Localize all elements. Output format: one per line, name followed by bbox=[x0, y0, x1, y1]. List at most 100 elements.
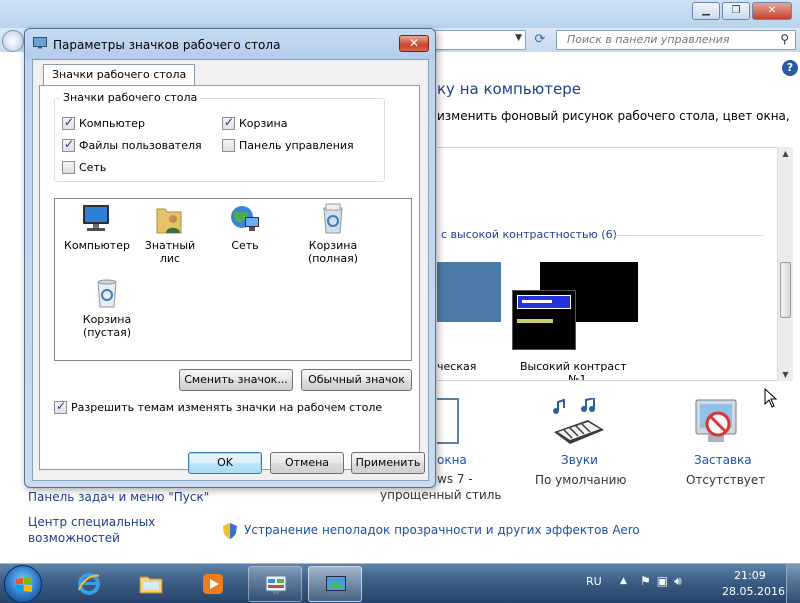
search-input[interactable]: Поиск в панели управления ⚲ bbox=[556, 30, 796, 50]
address-dropdown-icon[interactable]: ▼ bbox=[515, 33, 522, 43]
show-desktop-button[interactable] bbox=[786, 564, 800, 603]
taskbar-start-menu-link[interactable]: Панель задач и меню "Пуск" bbox=[28, 490, 209, 504]
icon-label-user-files: Знатный лис bbox=[144, 239, 196, 265]
dialog-title: Параметры значков рабочего стола bbox=[53, 38, 281, 52]
icon-item-computer[interactable]: Компьютер bbox=[62, 203, 132, 252]
refresh-icon[interactable]: ⟳ bbox=[530, 30, 550, 50]
computer-icon bbox=[80, 203, 114, 235]
clock-time[interactable]: 21:09 bbox=[734, 569, 766, 582]
cancel-button[interactable]: Отмена bbox=[270, 452, 344, 474]
taskbar-desktop-icon-settings[interactable] bbox=[308, 566, 362, 602]
action-center-flag-icon[interactable]: ⚑ bbox=[640, 574, 651, 589]
checkbox-recycle-bin-box[interactable] bbox=[222, 115, 235, 130]
scroll-up-icon[interactable]: ▲ bbox=[778, 149, 793, 158]
icon-item-recycle-bin-empty[interactable]: Корзина (пустая) bbox=[72, 277, 142, 339]
maximize-button[interactable]: ❐ bbox=[722, 2, 750, 20]
theme-name-high-contrast[interactable]: Высокий контраст bbox=[520, 360, 627, 373]
checkbox-control-panel-label: Панель управления bbox=[239, 139, 354, 152]
user-folder-icon bbox=[153, 203, 187, 235]
high-contrast-group-label: с высокой контрастностью (6) bbox=[441, 228, 617, 241]
recycle-bin-empty-icon bbox=[90, 277, 124, 309]
checkbox-user-files[interactable]: Файлы пользователя bbox=[62, 137, 202, 152]
checkbox-computer-box[interactable] bbox=[62, 115, 75, 130]
checkbox-control-panel[interactable]: Панель управления bbox=[222, 139, 354, 152]
dialog-title-icon bbox=[33, 37, 47, 49]
default-icon-button[interactable]: Обычный значок bbox=[301, 369, 412, 391]
tray-icons: ⚑ ▣ 🔊︎ bbox=[640, 574, 682, 589]
checkbox-computer[interactable]: Компьютер bbox=[62, 115, 145, 130]
sounds-icon[interactable] bbox=[548, 396, 608, 450]
language-indicator[interactable]: RU bbox=[586, 575, 602, 588]
theme-thumbnail-classic[interactable] bbox=[437, 262, 501, 322]
taskbar-internet-explorer[interactable] bbox=[62, 566, 116, 602]
icon-label-network: Сеть bbox=[231, 239, 259, 252]
internet-explorer-icon bbox=[77, 572, 101, 596]
checkbox-control-panel-box[interactable] bbox=[222, 139, 235, 152]
folder-icon bbox=[139, 572, 163, 596]
control-panel-icon bbox=[264, 573, 288, 597]
icon-item-user-files[interactable]: Знатный лис bbox=[135, 203, 205, 265]
apply-button[interactable]: Применить bbox=[351, 452, 425, 474]
window-color-link[interactable]: окна bbox=[437, 453, 467, 467]
network-tray-icon[interactable]: ▣ bbox=[657, 574, 668, 589]
checkbox-recycle-bin[interactable]: Корзина bbox=[222, 115, 288, 130]
show-hidden-icons-icon[interactable]: ▲ bbox=[620, 576, 627, 586]
screensaver-link[interactable]: Заставка bbox=[694, 453, 752, 467]
checkbox-allow-themes[interactable]: Разрешить темам изменять значки на рабоч… bbox=[54, 399, 382, 414]
theme-thumbnail-high-contrast[interactable] bbox=[512, 290, 576, 350]
scroll-thumb[interactable] bbox=[780, 262, 791, 318]
minimize-button[interactable]: ▁ bbox=[692, 2, 720, 20]
tab-panel: Значки рабочего стола Компьютер Корзина … bbox=[39, 85, 420, 470]
address-bar[interactable]: ▼ bbox=[430, 30, 526, 50]
icon-item-network[interactable]: Сеть bbox=[210, 203, 280, 252]
page-title: ку на компьютере bbox=[437, 80, 582, 98]
tab-desktop-icons[interactable]: Значки рабочего стола bbox=[43, 64, 196, 86]
icon-label-computer: Компьютер bbox=[64, 239, 130, 252]
checkbox-allow-themes-box[interactable] bbox=[54, 399, 67, 414]
start-button[interactable] bbox=[4, 565, 42, 603]
taskbar-control-panel[interactable] bbox=[248, 566, 302, 602]
aero-troubleshoot-link[interactable]: Устранение неполадок прозрачности и друг… bbox=[244, 523, 640, 537]
checkbox-computer-label: Компьютер bbox=[79, 117, 145, 130]
checkbox-network[interactable]: Сеть bbox=[62, 161, 106, 174]
window-color-sub-1: ws 7 - bbox=[437, 472, 473, 486]
screensaver-icon[interactable] bbox=[690, 398, 750, 450]
ok-button[interactable]: OK bbox=[188, 452, 262, 474]
shield-icon bbox=[222, 522, 238, 540]
desktop-settings-icon bbox=[324, 573, 348, 597]
window-color-sub-2: упрощенный стиль bbox=[380, 488, 502, 502]
sounds-sub: По умолчанию bbox=[535, 473, 627, 487]
checkbox-network-box[interactable] bbox=[62, 161, 75, 174]
volume-icon[interactable]: 🔊︎ bbox=[674, 574, 682, 589]
ease-of-access-link[interactable]: Центр специальных возможностей bbox=[28, 514, 188, 546]
dialog-close-button[interactable]: ✕ bbox=[399, 35, 429, 52]
group-divider bbox=[614, 235, 764, 236]
change-icon-button[interactable]: Сменить значок... bbox=[179, 369, 293, 391]
icon-item-recycle-bin-full[interactable]: Корзина (полная) bbox=[298, 203, 368, 265]
icon-label-recycle-bin-full: Корзина (полная) bbox=[307, 239, 359, 265]
windows-logo-icon bbox=[15, 576, 33, 594]
window-controls: ▁ ❐ ✕ bbox=[690, 2, 792, 20]
taskbar-media-player[interactable] bbox=[186, 566, 240, 602]
clock-date[interactable]: 28.05.2016 bbox=[722, 585, 785, 598]
theme-name-classic[interactable]: ческая bbox=[437, 360, 476, 373]
taskbar-explorer[interactable] bbox=[124, 566, 178, 602]
control-panel-titlebar: ▁ ❐ ✕ bbox=[0, 0, 800, 28]
scroll-down-icon[interactable]: ▼ bbox=[778, 370, 793, 379]
close-window-button[interactable]: ✕ bbox=[752, 2, 792, 20]
window-color-icon[interactable] bbox=[437, 398, 459, 444]
checkbox-user-files-box[interactable] bbox=[62, 137, 75, 152]
dialog-client-area: Значки рабочего стола Значки рабочего ст… bbox=[32, 59, 429, 481]
page-subtitle: изменить фоновый рисунок рабочего стола,… bbox=[437, 109, 792, 123]
checkbox-network-label: Сеть bbox=[79, 161, 107, 174]
icon-label-recycle-bin-empty: Корзина (пустая) bbox=[82, 313, 132, 339]
sounds-link[interactable]: Звуки bbox=[561, 453, 598, 467]
back-button[interactable] bbox=[2, 30, 24, 52]
search-icon[interactable]: ⚲ bbox=[780, 32, 789, 46]
search-placeholder: Поиск в панели управления bbox=[567, 33, 730, 46]
themes-scrollbar[interactable]: ▲ ▼ bbox=[777, 147, 793, 381]
screensaver-sub: Отсутствует bbox=[686, 473, 766, 487]
theme-name-high-contrast-number: №1 bbox=[568, 373, 587, 380]
help-icon[interactable]: ? bbox=[782, 60, 798, 76]
checkbox-recycle-bin-label: Корзина bbox=[239, 117, 288, 130]
